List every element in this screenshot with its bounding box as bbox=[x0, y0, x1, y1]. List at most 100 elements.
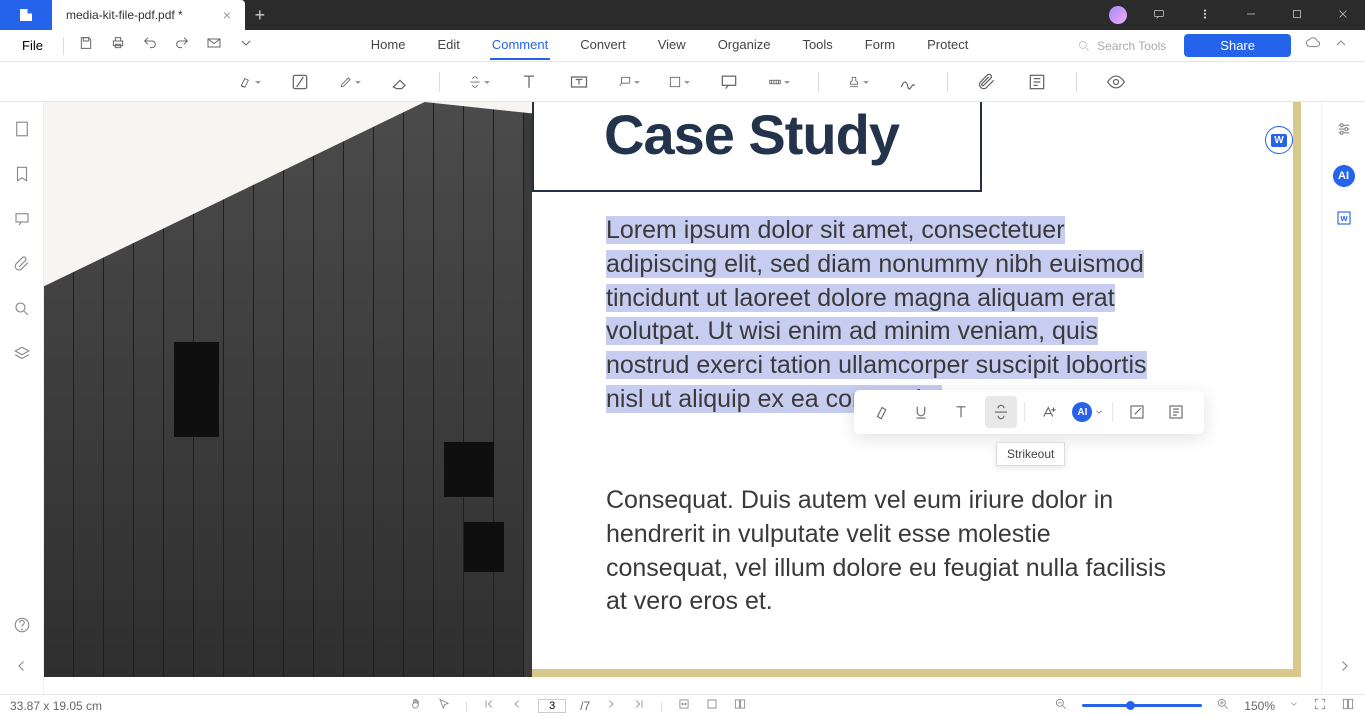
sel-highlight-button[interactable] bbox=[866, 396, 898, 428]
sel-underline-button[interactable] bbox=[905, 396, 937, 428]
undo-icon[interactable] bbox=[142, 35, 158, 56]
layers-icon[interactable] bbox=[13, 345, 31, 368]
link-tool[interactable] bbox=[1026, 71, 1048, 93]
thumbnails-icon[interactable] bbox=[13, 120, 31, 143]
redo-icon[interactable] bbox=[174, 35, 190, 56]
zoom-value[interactable]: 150% bbox=[1244, 699, 1275, 713]
titlebar: media-kit-file-pdf.pdf * × + bbox=[0, 0, 1365, 30]
note-tool[interactable] bbox=[668, 71, 690, 93]
tab-view[interactable]: View bbox=[656, 31, 688, 60]
word-export-badge[interactable]: W bbox=[1265, 126, 1293, 154]
fit-width-icon[interactable] bbox=[677, 697, 691, 714]
ai-sidebar-icon[interactable]: AI bbox=[1333, 165, 1355, 187]
tab-home[interactable]: Home bbox=[369, 31, 408, 60]
zoom-out-icon[interactable] bbox=[1054, 697, 1068, 714]
sel-text-add-button[interactable] bbox=[1033, 396, 1065, 428]
strikeout-tooltip: Strikeout bbox=[996, 442, 1065, 466]
paragraph-2[interactable]: Consequat. Duis autem vel eum iriure dol… bbox=[606, 484, 1176, 619]
app-logo[interactable] bbox=[0, 0, 52, 30]
pencil-tool[interactable] bbox=[339, 71, 361, 93]
next-page-icon[interactable] bbox=[604, 697, 618, 714]
signature-tool[interactable] bbox=[897, 71, 919, 93]
first-page-icon[interactable] bbox=[482, 697, 496, 714]
tab-convert[interactable]: Convert bbox=[578, 31, 628, 60]
tab-edit[interactable]: Edit bbox=[435, 31, 461, 60]
show-comments-tool[interactable] bbox=[1105, 71, 1127, 93]
save-icon[interactable] bbox=[78, 35, 94, 56]
stamp-tool[interactable] bbox=[847, 71, 869, 93]
chat-icon[interactable] bbox=[1145, 8, 1173, 23]
properties-icon[interactable] bbox=[1335, 120, 1353, 143]
measure-tool[interactable] bbox=[768, 71, 790, 93]
view-mode-icon[interactable] bbox=[1341, 697, 1355, 714]
barn-image bbox=[44, 102, 532, 677]
menu-tabs: Home Edit Comment Convert View Organize … bbox=[262, 31, 1077, 60]
search-panel-icon[interactable] bbox=[13, 300, 31, 323]
fullscreen-icon[interactable] bbox=[1313, 697, 1327, 714]
page-number-input[interactable] bbox=[538, 699, 566, 713]
text-comment-tool[interactable] bbox=[718, 71, 740, 93]
strikethrough-tool[interactable] bbox=[468, 71, 490, 93]
last-page-icon[interactable] bbox=[632, 697, 646, 714]
new-tab-button[interactable]: + bbox=[245, 5, 275, 26]
left-sidebar bbox=[0, 102, 44, 694]
collapse-ribbon-icon[interactable] bbox=[1333, 35, 1349, 56]
tab-protect[interactable]: Protect bbox=[925, 31, 970, 60]
sel-copy-button[interactable] bbox=[1160, 396, 1192, 428]
zoom-slider[interactable] bbox=[1082, 704, 1202, 707]
area-highlight-tool[interactable] bbox=[289, 71, 311, 93]
file-menu[interactable]: File bbox=[8, 38, 57, 53]
word-sidebar-icon[interactable]: W bbox=[1335, 209, 1353, 232]
highlight-tool[interactable] bbox=[239, 71, 261, 93]
tab-form[interactable]: Form bbox=[863, 31, 897, 60]
eraser-tool[interactable] bbox=[389, 71, 411, 93]
textbox-tool[interactable] bbox=[568, 71, 590, 93]
sel-strikeout-button[interactable] bbox=[985, 396, 1017, 428]
reading-mode-icon[interactable] bbox=[733, 697, 747, 714]
zoom-dropdown-icon[interactable] bbox=[1289, 697, 1299, 714]
print-icon[interactable] bbox=[110, 35, 126, 56]
minimize-button[interactable] bbox=[1237, 8, 1265, 23]
hand-tool-icon[interactable] bbox=[409, 697, 423, 714]
user-avatar[interactable] bbox=[1109, 6, 1127, 24]
callout-tool[interactable] bbox=[618, 71, 640, 93]
document-tab[interactable]: media-kit-file-pdf.pdf * × bbox=[52, 0, 245, 30]
document-canvas[interactable]: Case Study Lorem ipsum dolor sit amet, c… bbox=[44, 102, 1321, 694]
comment-ribbon bbox=[0, 62, 1365, 102]
sel-edit-button[interactable] bbox=[1121, 396, 1153, 428]
sel-ai-button[interactable]: AI bbox=[1072, 396, 1104, 428]
page-total: /7 bbox=[580, 699, 590, 713]
menubar: File Home Edit Comment Convert View Orga… bbox=[0, 30, 1365, 62]
selection-toolbar: AI bbox=[854, 390, 1204, 434]
cloud-sync-icon[interactable] bbox=[1305, 35, 1321, 56]
close-window-button[interactable] bbox=[1329, 8, 1357, 23]
collapse-right-icon[interactable] bbox=[1335, 662, 1353, 679]
tab-comment[interactable]: Comment bbox=[490, 31, 550, 60]
maximize-button[interactable] bbox=[1283, 8, 1311, 23]
sel-caret-button[interactable] bbox=[945, 396, 977, 428]
tab-organize[interactable]: Organize bbox=[716, 31, 773, 60]
tab-title: media-kit-file-pdf.pdf * bbox=[66, 8, 183, 22]
attachments-panel-icon[interactable] bbox=[13, 255, 31, 278]
collapse-left-icon[interactable] bbox=[13, 657, 31, 680]
select-tool-icon[interactable] bbox=[437, 697, 451, 714]
search-tools[interactable]: Search Tools bbox=[1077, 39, 1166, 53]
share-button[interactable]: Share bbox=[1184, 34, 1291, 57]
paragraph-1-selected[interactable]: Lorem ipsum dolor sit amet, consectetuer… bbox=[606, 214, 1176, 417]
statusbar: 33.87 x 19.05 cm | /7 | 150% bbox=[0, 694, 1365, 716]
attachment-tool[interactable] bbox=[976, 71, 998, 93]
search-placeholder: Search Tools bbox=[1097, 39, 1166, 53]
comments-panel-icon[interactable] bbox=[13, 210, 31, 233]
text-tool[interactable] bbox=[518, 71, 540, 93]
bookmarks-icon[interactable] bbox=[13, 165, 31, 188]
fit-page-icon[interactable] bbox=[705, 697, 719, 714]
zoom-in-icon[interactable] bbox=[1216, 697, 1230, 714]
tab-tools[interactable]: Tools bbox=[800, 31, 834, 60]
prev-page-icon[interactable] bbox=[510, 697, 524, 714]
close-tab-icon[interactable]: × bbox=[223, 7, 231, 23]
mail-icon[interactable] bbox=[206, 35, 222, 56]
help-icon[interactable] bbox=[13, 616, 31, 639]
more-icon[interactable] bbox=[1191, 8, 1219, 23]
quick-dropdown-icon[interactable] bbox=[238, 35, 254, 56]
page-dimensions: 33.87 x 19.05 cm bbox=[10, 699, 102, 713]
